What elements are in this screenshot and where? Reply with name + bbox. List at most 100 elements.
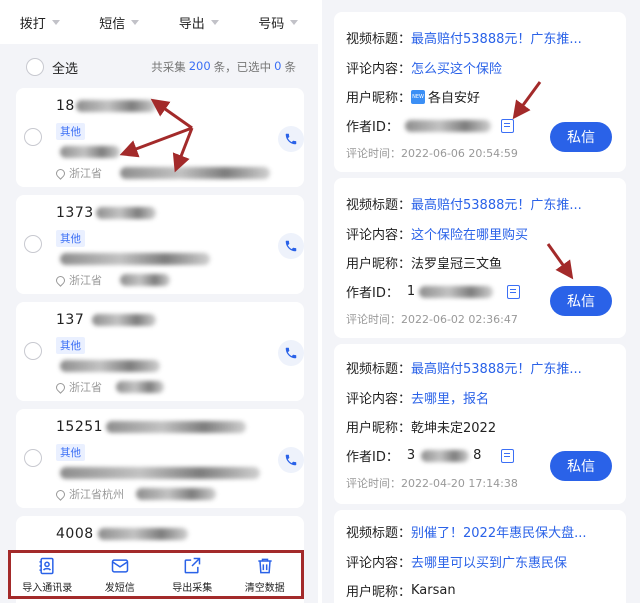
comment-text[interactable]: 怎么买这个保险 — [411, 58, 502, 77]
stat-suffix: 条 — [284, 60, 297, 74]
tab-sms[interactable]: 短信 — [80, 0, 160, 44]
private-message-button[interactable]: 私信 — [550, 451, 612, 481]
select-all-label[interactable]: 全选 — [52, 58, 78, 77]
comment-time-row: 评论时间： 2022-04-20 17:14:38 — [346, 475, 518, 491]
author-id: 1 — [406, 284, 416, 299]
redaction-blur — [120, 274, 170, 286]
phone-icon — [285, 454, 297, 466]
comment-collection-panel: 视频标题： 最高赔付53888元！广东推... 评论内容： 怎么买这个保险 用户… — [322, 0, 640, 603]
stat-mid: 条，已选中 — [213, 60, 272, 74]
redaction-blur — [60, 467, 260, 479]
call-button[interactable] — [278, 447, 304, 473]
user-nickname: 法罗皇冠三文鱼 — [411, 257, 503, 272]
location-pin-icon — [54, 166, 67, 180]
redaction-blur — [116, 381, 164, 393]
tab-number[interactable]: 号码 — [239, 0, 319, 44]
redaction-blur — [136, 488, 216, 500]
contact-checkbox[interactable] — [24, 342, 42, 360]
contact-list: 18 其他 浙江省 1373 其他 浙江省 137 其他 浙江省 15251 其… — [16, 88, 304, 603]
comment-card: 视频标题： 最高赔付53888元！广东推... 评论内容： 去哪里，报名 用户昵… — [334, 344, 626, 504]
field-label: 视频标题： — [346, 362, 412, 377]
tab-label: 号码 — [258, 16, 285, 32]
comment-card: 视频标题： 最高赔付53888元！广东推... 评论内容： 怎么买这个保险 用户… — [334, 12, 626, 172]
location-pin-icon — [54, 380, 67, 394]
comment-text[interactable]: 去哪里可以买到广东惠民保 — [411, 552, 567, 571]
comment-row: 评论内容： 怎么买这个保险 — [346, 58, 502, 77]
field-label: 用户昵称： — [346, 421, 412, 436]
author-id: 3 — [406, 448, 416, 463]
call-button[interactable] — [278, 126, 304, 152]
contact-location: 浙江省杭州 — [54, 486, 124, 502]
export-collection-button[interactable]: 导出采集 — [156, 553, 229, 596]
contact-phone: 4008 — [56, 526, 94, 542]
clear-data-button[interactable]: 清空数据 — [229, 553, 302, 596]
field-label: 评论内容： — [346, 556, 412, 571]
field-label: 评论内容： — [346, 392, 412, 407]
bottom-action-bar: 导入通讯录 发短信 导出采集 清空数据 — [8, 550, 304, 599]
redaction-blur — [60, 146, 120, 158]
video-title[interactable]: 最高赔付53888元！广东推... — [411, 28, 582, 47]
comment-time-row: 评论时间： 2022-06-02 02:36:47 — [346, 311, 518, 327]
copy-icon[interactable] — [507, 284, 521, 299]
import-contacts-button[interactable]: 导入通讯录 — [11, 553, 84, 596]
comment-time: 2022-06-06 20:54:59 — [401, 146, 518, 160]
nickname-row: 用户昵称： 法罗皇冠三文鱼 — [346, 253, 502, 272]
filter-tabs: 拨打 短信 导出 号码 — [0, 0, 318, 44]
copy-icon[interactable] — [500, 118, 514, 133]
contact-location: 浙江省 — [54, 379, 102, 395]
author-id-row: 作者ID： — [346, 116, 514, 135]
author-id-row: 作者ID： 3 8 — [346, 446, 515, 465]
chevron-down-icon — [131, 19, 140, 25]
contact-card[interactable]: 1373 其他 浙江省 — [16, 195, 304, 294]
tab-label: 拨打 — [19, 16, 46, 32]
comment-time-row: 评论时间： 2022-06-06 20:54:59 — [346, 145, 518, 161]
call-button[interactable] — [278, 233, 304, 259]
video-title[interactable]: 最高赔付53888元！广东推... — [411, 358, 582, 377]
trash-icon — [258, 558, 272, 573]
button-label: 发短信 — [104, 582, 135, 594]
video-title[interactable]: 最高赔付53888元！广东推... — [411, 194, 582, 213]
field-label: 作者ID： — [346, 286, 399, 301]
private-message-button[interactable]: 私信 — [550, 286, 612, 316]
contact-card[interactable]: 18 其他 浙江省 — [16, 88, 304, 187]
field-label: 视频标题： — [346, 526, 412, 541]
field-label: 视频标题： — [346, 32, 412, 47]
nickname-row: 用户昵称： 乾坤未定2022 — [346, 417, 496, 436]
nickname-row: 用户昵称： Karsan — [346, 581, 456, 600]
contact-tag: 其他 — [56, 444, 85, 461]
copy-icon[interactable] — [501, 448, 515, 463]
location-text: 浙江省 — [69, 381, 102, 394]
tab-export[interactable]: 导出 — [159, 0, 239, 44]
contact-tag: 其他 — [56, 230, 85, 247]
redaction-blur — [76, 100, 156, 112]
contact-card[interactable]: 15251 其他 浙江省杭州 — [16, 409, 304, 508]
location-pin-icon — [54, 487, 67, 501]
tab-dial[interactable]: 拨打 — [0, 0, 80, 44]
redaction-blur — [404, 119, 491, 132]
location-pin-icon — [54, 273, 67, 287]
chevron-down-icon — [210, 19, 219, 25]
video-title-row: 视频标题： 别催了！2022年惠民保大盘... — [346, 522, 587, 541]
comment-text[interactable]: 这个保险在哪里购买 — [411, 224, 528, 243]
comment-text[interactable]: 去哪里，报名 — [411, 388, 489, 407]
comment-card: 视频标题： 最高赔付53888元！广东推... 评论内容： 这个保险在哪里购买 … — [334, 178, 626, 338]
call-button[interactable] — [278, 340, 304, 366]
contact-checkbox[interactable] — [24, 449, 42, 467]
phone-icon — [285, 133, 297, 145]
redaction-blur — [92, 314, 156, 326]
contact-checkbox[interactable] — [24, 235, 42, 253]
private-message-button[interactable]: 私信 — [550, 122, 612, 152]
field-label: 视频标题： — [346, 198, 412, 213]
video-title[interactable]: 别催了！2022年惠民保大盘... — [411, 522, 586, 541]
contact-phone: 18 — [56, 98, 75, 114]
contact-card[interactable]: 137 其他 浙江省 — [16, 302, 304, 401]
screenshot-root: 拨打 短信 导出 号码 全选 共采集 200 条，已选中 0 条 18 其他 浙… — [0, 0, 640, 603]
field-label: 评论时间： — [346, 477, 401, 490]
field-label: 用户昵称： — [346, 585, 412, 600]
select-all-checkbox[interactable] — [26, 58, 44, 76]
redaction-blur — [106, 421, 246, 433]
send-sms-button[interactable]: 发短信 — [84, 553, 157, 596]
contact-phone: 15251 — [56, 419, 104, 435]
contact-checkbox[interactable] — [24, 128, 42, 146]
comment-time: 2022-06-02 02:36:47 — [401, 312, 518, 326]
